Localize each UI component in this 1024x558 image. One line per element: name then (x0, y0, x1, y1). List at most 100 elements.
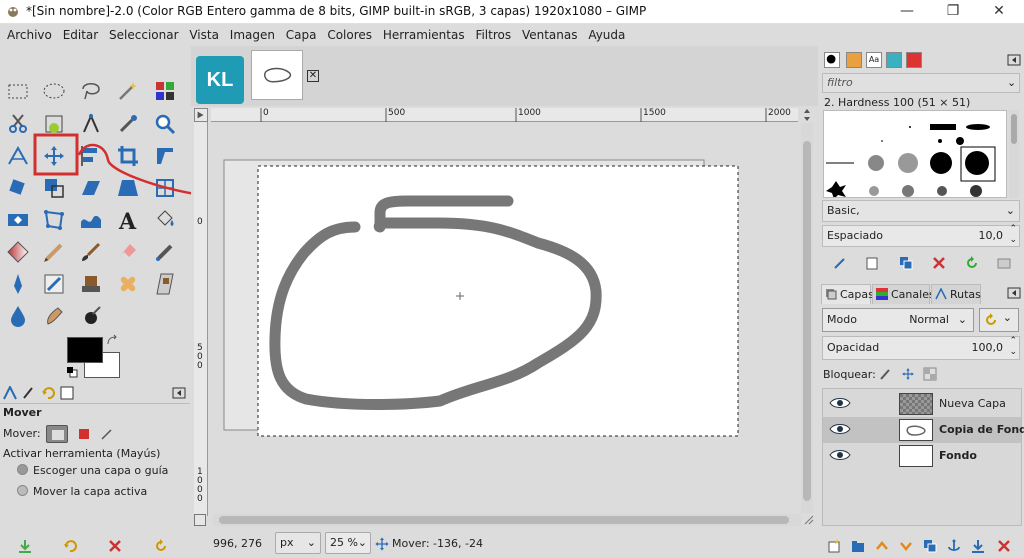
resize-grip-icon[interactable] (803, 514, 815, 526)
3d-transform-icon[interactable] (152, 175, 178, 201)
image-tab-current[interactable] (251, 50, 303, 100)
radio-pick-layer[interactable]: Escoger una capa o guía (3, 464, 168, 477)
lock-position-icon[interactable] (901, 367, 915, 381)
radio-button[interactable] (17, 485, 28, 496)
reset-tool-options-icon[interactable] (154, 539, 168, 553)
default-colors-icon[interactable] (66, 366, 78, 378)
rotate-icon[interactable] (5, 175, 31, 201)
device-status-tab-icon[interactable] (22, 386, 36, 400)
tool-options-tab-icon[interactable] (3, 386, 17, 400)
layers-list[interactable]: Nueva Capa Copia de Fondo Fondo (822, 388, 1024, 526)
brushes-tab-icon[interactable] (824, 52, 840, 68)
spin-arrows-icon[interactable]: ⌃ ⌄ (1009, 224, 1017, 246)
fonts-tab-icon[interactable]: Aa (866, 52, 882, 68)
ink-icon[interactable] (5, 271, 31, 297)
zoom-corner-icon[interactable] (194, 514, 206, 526)
foreground-color-swatch[interactable] (67, 337, 103, 363)
gradient-icon[interactable] (5, 239, 31, 265)
duplicate-brush-icon[interactable] (899, 256, 913, 270)
layer-row[interactable]: Nueva Capa (823, 391, 1021, 417)
airbrush-icon[interactable] (152, 239, 178, 265)
flip-icon[interactable] (5, 207, 31, 233)
menu-archivo[interactable]: Archivo (0, 24, 52, 46)
spin-arrows-icon[interactable]: ⌃ ⌄ (1009, 336, 1017, 358)
vertical-scroll-thumb[interactable] (803, 141, 811, 501)
menu-herramientas[interactable]: Herramientas (376, 24, 465, 46)
unified-transform-icon[interactable] (152, 143, 178, 169)
brush-grid[interactable] (823, 110, 1007, 198)
new-layer-icon[interactable] (827, 539, 841, 553)
menu-seleccionar[interactable]: Seleccionar (102, 24, 178, 46)
menu-colores[interactable]: Colores (320, 24, 372, 46)
brush-filter-input[interactable]: filtro (822, 73, 1020, 93)
move-path-mode-button[interactable] (99, 426, 115, 442)
perspective-clone-icon[interactable] (152, 271, 178, 297)
fuzzy-select-icon[interactable] (115, 78, 141, 104)
navigate-icon[interactable] (799, 108, 815, 122)
delete-layer-icon[interactable] (997, 539, 1011, 553)
new-layer-group-icon[interactable] (851, 539, 865, 553)
visibility-eye-icon[interactable] (829, 422, 851, 436)
delete-tool-preset-icon[interactable] (108, 539, 122, 553)
minimize-button[interactable]: — (884, 0, 930, 24)
scale-icon[interactable] (41, 175, 67, 201)
warp-transform-icon[interactable] (78, 207, 104, 233)
dodge-burn-icon[interactable] (78, 303, 104, 329)
crop-icon[interactable] (115, 143, 141, 169)
edit-brush-icon[interactable] (833, 256, 847, 270)
opacity-slider[interactable]: Opacidad 100,0 ⌃ ⌄ (822, 336, 1020, 360)
mypaint-brush-icon[interactable] (41, 271, 67, 297)
perspective-icon[interactable] (115, 175, 141, 201)
pencil-icon[interactable] (41, 239, 67, 265)
cage-transform-icon[interactable] (41, 207, 67, 233)
close-button[interactable]: ✕ (976, 0, 1022, 24)
visibility-eye-icon[interactable] (829, 396, 851, 410)
brush-tag-selector[interactable]: Basic, ⌄ (822, 200, 1020, 222)
lasso-icon[interactable] (78, 78, 104, 104)
move-layer-mode-button[interactable] (46, 425, 69, 443)
zoom-selector[interactable]: 25 % ⌄ (325, 532, 371, 554)
anchor-layer-icon[interactable] (947, 539, 961, 553)
chevron-down-icon[interactable]: ⌄ (1007, 76, 1016, 89)
new-brush-icon[interactable] (865, 256, 879, 270)
refresh-brushes-icon[interactable] (965, 256, 979, 270)
tab-menu-icon[interactable] (1007, 53, 1021, 67)
move-selection-mode-button[interactable] (76, 426, 92, 442)
duplicate-layer-icon[interactable] (923, 539, 937, 553)
image-tab-logo[interactable]: KL (196, 56, 244, 104)
menu-vista[interactable]: Vista (182, 24, 219, 46)
eraser-icon[interactable] (115, 239, 141, 265)
brush-scrollbar[interactable] (1009, 110, 1019, 198)
menu-imagen[interactable]: Imagen (223, 24, 275, 46)
restore-tool-preset-icon[interactable] (63, 539, 77, 553)
horizontal-scroll-thumb[interactable] (219, 516, 789, 524)
layer-row[interactable]: Fondo (823, 443, 1021, 469)
spacing-slider[interactable]: Espaciado 10,0 ⌃ ⌄ (822, 224, 1020, 247)
layer-mode-selector[interactable]: Modo Normal ⌄ (822, 308, 974, 332)
merge-down-icon[interactable] (971, 539, 985, 553)
quick-mask-corner-icon[interactable] (194, 108, 208, 122)
images-tab-icon[interactable] (60, 386, 74, 400)
unit-selector[interactable]: px ⌄ (275, 532, 321, 554)
ellipse-select-icon[interactable] (41, 78, 67, 104)
tab-menu-icon[interactable] (172, 386, 186, 400)
tool-presets-tab-icon[interactable] (906, 52, 922, 68)
paths-icon[interactable] (78, 111, 104, 137)
radio-button[interactable] (17, 464, 28, 475)
tab-menu-icon[interactable] (1007, 286, 1021, 300)
measure-icon[interactable] (5, 143, 31, 169)
bucket-fill-icon[interactable] (152, 207, 178, 233)
brush-scroll-thumb[interactable] (1011, 114, 1017, 144)
heal-icon[interactable] (115, 271, 141, 297)
open-brush-as-image-icon[interactable] (997, 256, 1011, 270)
foreground-select-icon[interactable] (41, 111, 67, 137)
swap-colors-icon[interactable] (105, 334, 119, 348)
menu-ayuda[interactable]: Ayuda (581, 24, 625, 46)
visibility-eye-icon[interactable] (829, 448, 851, 462)
menu-filtros[interactable]: Filtros (468, 24, 511, 46)
canvas-area[interactable] (208, 123, 798, 516)
shear-icon[interactable] (78, 175, 104, 201)
save-tool-preset-icon[interactable] (18, 539, 32, 553)
clone-stamp-icon[interactable] (78, 271, 104, 297)
delete-brush-icon[interactable] (932, 256, 946, 270)
